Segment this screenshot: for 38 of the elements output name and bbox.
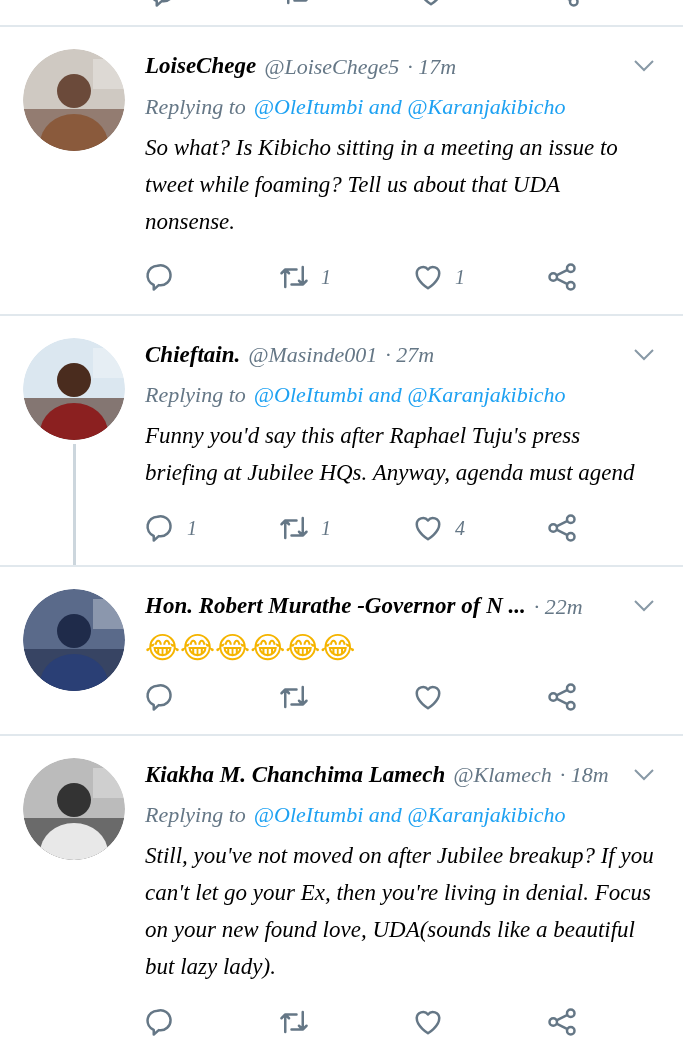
share-icon[interactable] <box>547 1007 577 1037</box>
reply-icon[interactable] <box>145 1007 175 1037</box>
action-count: 1 <box>321 516 331 541</box>
share-icon[interactable] <box>547 681 577 712</box>
timestamp: · 18m <box>559 761 609 790</box>
tweet-text: So what? Is Kibicho sitting in a meeting an issue to tweet while foaming? Tell us about that UDA nonsense. <box>145 133 619 236</box>
mention-link[interactable]: @OleItumbi and @Karanjakibicho <box>253 378 566 411</box>
replying-label: Replying to <box>145 381 246 409</box>
mention-link[interactable]: @OleItumbi and @Karanjakibicho <box>253 89 566 123</box>
chevron-down-icon[interactable] <box>633 59 655 74</box>
mention-link[interactable]: @OleItumbi and @Karanjakibicho <box>253 798 566 831</box>
display-name[interactable]: Hon. Robert Murathe -Governor of N ... <box>145 589 526 624</box>
timestamp: · 27m <box>385 341 435 370</box>
display-name[interactable]: LoiseChege <box>145 49 257 84</box>
action-count: 1 <box>321 264 331 290</box>
tweet-text: Still, you've not moved on after Jubilee breakup? If you can't let go your Ex, then you're living in denial. Focus on your new found love, UDA(sounds like a beautiful but lazy lady). <box>145 842 655 981</box>
timestamp: · 22m <box>533 592 583 621</box>
user-handle[interactable]: @LoiseChege5 <box>264 49 400 83</box>
tweet-text: 😂😂😂😂😂😂 <box>145 628 357 667</box>
share-icon[interactable] <box>547 513 577 543</box>
action-count: 1 <box>187 516 197 541</box>
tweet-text: Funny you'd say this after Raphael Tuju's press briefing at Jubilee HQs. Anyway, agenda must agend <box>145 422 636 487</box>
display-name[interactable]: Kiakha M. Chanchima Lamech <box>145 757 446 792</box>
timestamp: · 17m <box>407 52 457 81</box>
display-name[interactable]: Chieftain. <box>145 337 241 372</box>
replying-label: Replying to <box>145 801 246 829</box>
action-count: 1 <box>455 264 465 290</box>
action-count: 4 <box>455 516 465 541</box>
share-icon[interactable] <box>547 261 577 292</box>
user-handle[interactable]: @Klamech <box>453 758 552 792</box>
reply-icon[interactable] <box>145 261 175 292</box>
chevron-down-icon[interactable] <box>633 599 655 614</box>
user-handle[interactable]: @Masinde001 <box>248 338 378 372</box>
reply-icon[interactable] <box>145 681 175 712</box>
chevron-down-icon[interactable] <box>633 767 655 782</box>
chevron-down-icon[interactable] <box>633 347 655 362</box>
replying-label: Replying to <box>145 92 246 121</box>
reply-icon[interactable] <box>145 513 175 543</box>
